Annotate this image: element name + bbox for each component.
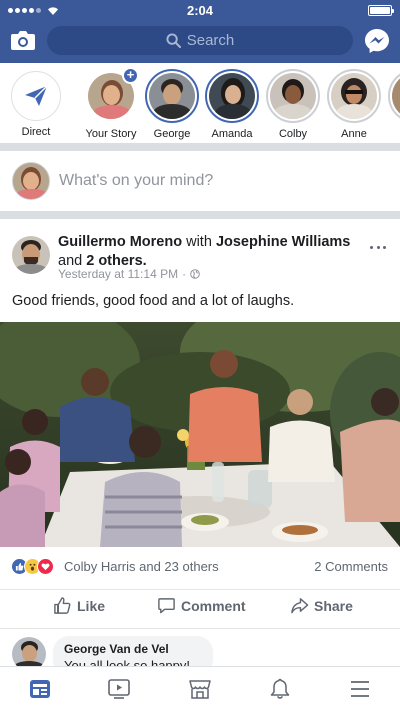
stories-tray: Direct + Your Story George Amanda Colby … [0,63,400,143]
battery-icon [368,5,394,16]
menu-hamburger-icon[interactable] [348,677,372,701]
story-george[interactable]: George [141,69,203,140]
post-tagged-person[interactable]: Josephine Williams [216,234,350,250]
story-label: Amanda [211,128,253,140]
divider [0,211,400,219]
notifications-bell-icon[interactable] [268,677,292,701]
dinner-party-photo [0,322,400,547]
watch-tab-icon[interactable] [107,677,131,701]
reaction-summary[interactable]: Colby Harris and 23 others 2 Comments [0,554,400,580]
post-header: Guillermo Moreno with Josephine Williams… [0,224,400,286]
avatar [331,73,377,119]
comment-label: Comment [181,597,246,614]
like-button[interactable]: Like [53,596,105,615]
composer-placeholder: What's on your mind? [59,172,214,189]
comment-icon [158,598,175,614]
story-anne[interactable]: Anne [323,69,385,140]
search-icon [166,33,181,48]
comment-item: George Van de Vel You all look so happy! [0,628,400,676]
post-actions: Like Comment Share [0,589,400,621]
story-label: George [153,128,191,140]
share-arrow-icon [291,598,309,614]
story-label: Colby [278,128,308,140]
status-composer[interactable]: What's on your mind? [0,151,400,211]
story-label: Direct [21,126,51,138]
like-label: Like [77,597,106,614]
love-reaction-icon [37,558,54,575]
story-label: Anne [341,128,367,140]
status-bar: 2:04 [0,0,400,20]
story-direct[interactable]: Direct [5,69,67,138]
search-input[interactable]: Search [47,26,353,55]
comments-count[interactable]: 2 Comments [314,559,388,574]
post-author[interactable]: Guillermo Moreno [58,234,182,250]
avatar [209,73,255,119]
share-label: Share [314,597,353,614]
share-button[interactable]: Share [290,596,353,615]
post-meta: Yesterday at 11:14 PM · [58,267,200,281]
post-text: Good friends, good food and a lot of lau… [12,293,295,309]
post-photo[interactable] [0,322,400,547]
avatar [392,73,400,119]
globe-icon [190,269,200,279]
messenger-icon[interactable] [364,28,390,54]
more-options-icon[interactable] [370,246,386,252]
comment-button[interactable]: Comment [157,596,246,615]
divider [0,143,400,151]
post-author-line: Guillermo Moreno with Josephine Williams… [58,234,351,269]
post-timestamp[interactable]: Yesterday at 11:14 PM [58,267,178,281]
reaction-count: Colby Harris and 23 others [64,559,219,574]
story-amanda[interactable]: Amanda [201,69,263,140]
marketplace-tab-icon[interactable] [188,677,212,701]
direct-button[interactable] [11,71,61,121]
avatar [149,73,195,119]
add-story-icon[interactable]: + [122,67,139,84]
status-time: 2:04 [186,3,214,18]
story-your-story[interactable]: + Your Story [80,67,142,140]
avatar [270,73,316,119]
news-feed-tab-icon[interactable] [28,677,52,701]
camera-icon[interactable] [10,29,36,51]
top-navigation-bar: 2:04 Search [0,0,400,63]
bottom-tab-bar [0,666,400,710]
search-placeholder: Search [186,32,235,49]
avatar [12,162,50,200]
story-label: Your Story [85,128,137,140]
thumbs-up-icon [54,597,71,614]
comment-author[interactable]: George Van de Vel [64,642,202,656]
story-colby[interactable]: Colby [262,69,324,140]
story-partial[interactable] [384,69,400,123]
paper-plane-icon [25,85,48,106]
avatar[interactable] [12,236,50,274]
